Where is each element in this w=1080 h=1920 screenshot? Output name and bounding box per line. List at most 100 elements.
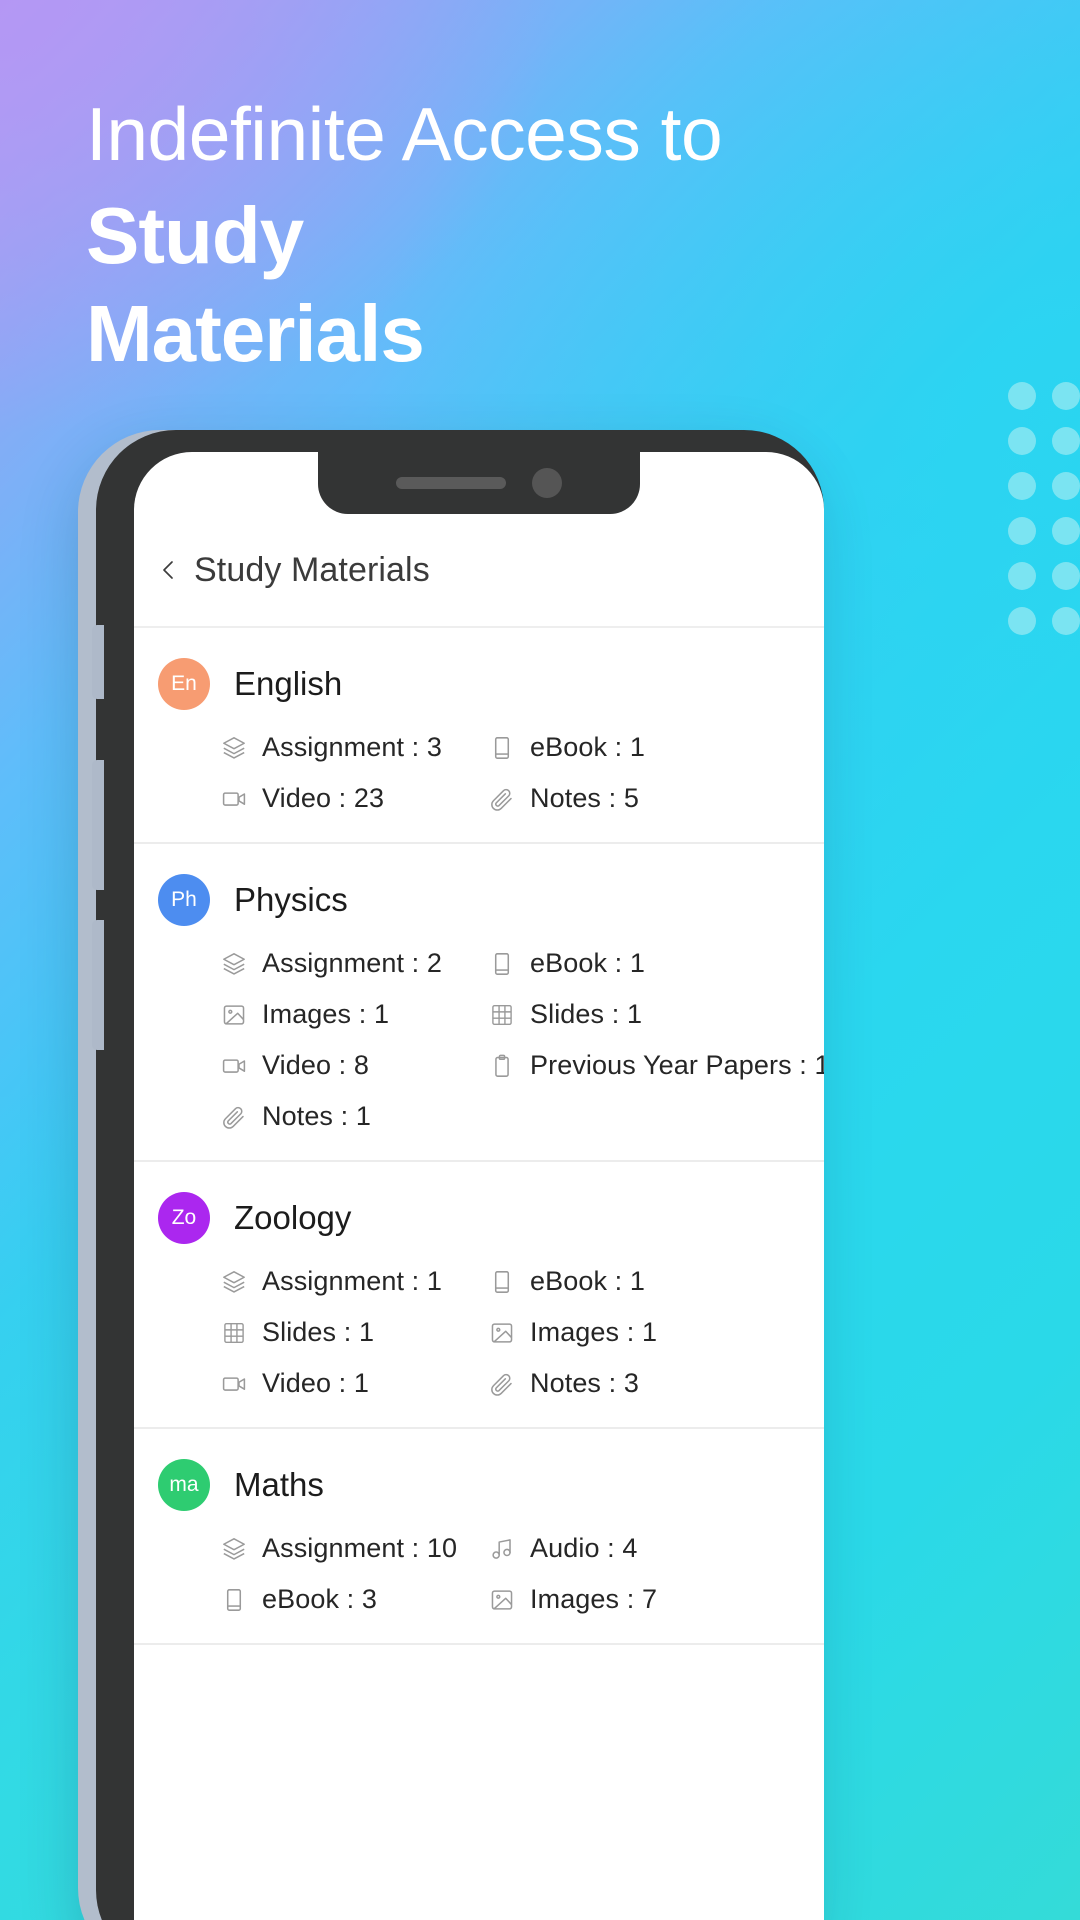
material-stat[interactable]: Slides : 1: [220, 1317, 488, 1348]
subject-header: ma Maths: [134, 1459, 824, 1511]
clipboard-icon: [488, 1052, 516, 1080]
paperclip-icon: [220, 1103, 248, 1131]
material-stat[interactable]: Notes : 1: [220, 1101, 488, 1132]
material-stat[interactable]: Assignment : 2: [220, 948, 488, 979]
decorative-dot: [1052, 517, 1080, 545]
subject-list[interactable]: En English Assignment : 3 eBook : 1 Video : …: [134, 628, 824, 1920]
subject-name: Maths: [234, 1466, 324, 1503]
decorative-dot: [1052, 382, 1080, 410]
image-icon: [488, 1586, 516, 1614]
notch-speaker: [396, 477, 506, 489]
subject-card[interactable]: ma Maths Assignment : 10 Audio : 4 eBook : 3…: [134, 1429, 824, 1645]
page-title: Study Materials: [194, 550, 430, 589]
volume-up-button[interactable]: [92, 760, 104, 890]
material-stat-label: Assignment : 3: [262, 732, 442, 762]
subject-header: Ph Physics: [134, 874, 824, 926]
image-icon: [220, 1001, 248, 1029]
promo-headline-line2: Study: [86, 191, 304, 280]
subject-avatar: ma: [158, 1459, 210, 1511]
video-icon: [220, 1370, 248, 1398]
material-stat[interactable]: eBook : 1: [488, 948, 824, 979]
promo-headline-line1: Indefinite Access to: [86, 92, 723, 176]
subject-name: Physics: [234, 881, 348, 918]
material-stat-label: eBook : 1: [530, 732, 645, 762]
decorative-dot: [1008, 382, 1036, 410]
material-stat-label: Slides : 1: [530, 999, 643, 1029]
material-stat-label: Notes : 3: [530, 1368, 639, 1398]
layers-icon: [220, 734, 248, 762]
material-stat-label: eBook : 1: [530, 1266, 645, 1296]
material-stat-label: Images : 1: [262, 999, 390, 1029]
material-stat[interactable]: Slides : 1: [488, 999, 824, 1030]
subject-header: Zo Zoology: [134, 1192, 824, 1244]
layers-icon: [220, 950, 248, 978]
material-stat-label: Previous Year Papers : 1: [530, 1050, 824, 1080]
material-stat[interactable]: Assignment : 10: [220, 1533, 488, 1564]
notch-camera-icon: [532, 468, 562, 498]
material-stat-label: Video : 8: [262, 1050, 369, 1080]
decorative-dot: [1008, 472, 1036, 500]
volume-down-button[interactable]: [92, 920, 104, 1050]
material-stat[interactable]: Notes : 3: [488, 1368, 816, 1399]
image-icon: [488, 1319, 516, 1347]
subject-name: English: [234, 665, 343, 702]
subject-stats: Assignment : 1 eBook : 1 Slides : 1 Images …: [134, 1266, 824, 1399]
material-stat[interactable]: Audio : 4: [488, 1533, 816, 1564]
phone-notch: [318, 452, 640, 514]
app-header: Study Materials: [134, 514, 824, 628]
material-stat[interactable]: Video : 23: [220, 783, 488, 814]
material-stat[interactable]: Video : 8: [220, 1050, 488, 1081]
promo-headline: Indefinite Access to Study Materials: [86, 86, 966, 382]
phone-mockup: Study Materials En English Assignment : 3 e…: [78, 430, 824, 1920]
slides-icon: [220, 1319, 248, 1347]
material-stat[interactable]: eBook : 1: [488, 1266, 816, 1297]
book-icon: [488, 950, 516, 978]
material-stat[interactable]: eBook : 1: [488, 732, 816, 763]
book-icon: [488, 1268, 516, 1296]
book-icon: [220, 1586, 248, 1614]
material-stat-label: Images : 7: [530, 1584, 658, 1614]
audio-icon: [488, 1535, 516, 1563]
material-stat[interactable]: Images : 1: [488, 1317, 816, 1348]
silent-switch[interactable]: [92, 625, 104, 699]
material-stat-label: Images : 1: [530, 1317, 658, 1347]
layers-icon: [220, 1268, 248, 1296]
subject-card[interactable]: En English Assignment : 3 eBook : 1 Video : …: [134, 628, 824, 844]
material-stat[interactable]: eBook : 3: [220, 1584, 488, 1615]
subject-avatar: Zo: [158, 1192, 210, 1244]
promo-screenshot: Indefinite Access to Study Materials Stu…: [0, 0, 1080, 1920]
material-stat-label: Audio : 4: [530, 1533, 638, 1563]
material-stat[interactable]: Assignment : 3: [220, 732, 488, 763]
material-stat[interactable]: Assignment : 1: [220, 1266, 488, 1297]
decorative-dot: [1052, 472, 1080, 500]
phone-frame: Study Materials En English Assignment : 3 e…: [92, 430, 824, 1920]
subject-card[interactable]: Zo Zoology Assignment : 1 eBook : 1 Slides :…: [134, 1162, 824, 1429]
video-icon: [220, 785, 248, 813]
material-stat-label: eBook : 1: [530, 948, 645, 978]
material-stat[interactable]: Video : 1: [220, 1368, 488, 1399]
material-stat[interactable]: Notes : 5: [488, 783, 816, 814]
material-stat[interactable]: Previous Year Papers : 1: [488, 1050, 824, 1081]
decorative-dot: [1052, 427, 1080, 455]
layers-icon: [220, 1535, 248, 1563]
subject-avatar: En: [158, 658, 210, 710]
subject-header: En English: [134, 658, 824, 710]
decorative-dot: [1052, 562, 1080, 590]
video-icon: [220, 1052, 248, 1080]
material-stat-label: eBook : 3: [262, 1584, 377, 1614]
decorative-dot: [1052, 607, 1080, 635]
chevron-left-icon[interactable]: [156, 557, 182, 583]
material-stat-label: Notes : 5: [530, 783, 639, 813]
decorative-dot: [1008, 427, 1036, 455]
subject-card[interactable]: Ph Physics Assignment : 2 eBook : 1 Images :…: [134, 844, 824, 1162]
material-stat[interactable]: Images : 7: [488, 1584, 816, 1615]
promo-headline-line3: Materials: [86, 289, 425, 378]
subject-stats: Assignment : 3 eBook : 1 Video : 23 Notes :…: [134, 732, 824, 814]
material-stat[interactable]: Images : 1: [220, 999, 488, 1030]
material-stat-label: Video : 23: [262, 783, 385, 813]
decorative-dot-grid: [1008, 382, 1080, 652]
subject-avatar: Ph: [158, 874, 210, 926]
book-icon: [488, 734, 516, 762]
paperclip-icon: [488, 1370, 516, 1398]
material-stat-label: Notes : 1: [262, 1101, 371, 1131]
